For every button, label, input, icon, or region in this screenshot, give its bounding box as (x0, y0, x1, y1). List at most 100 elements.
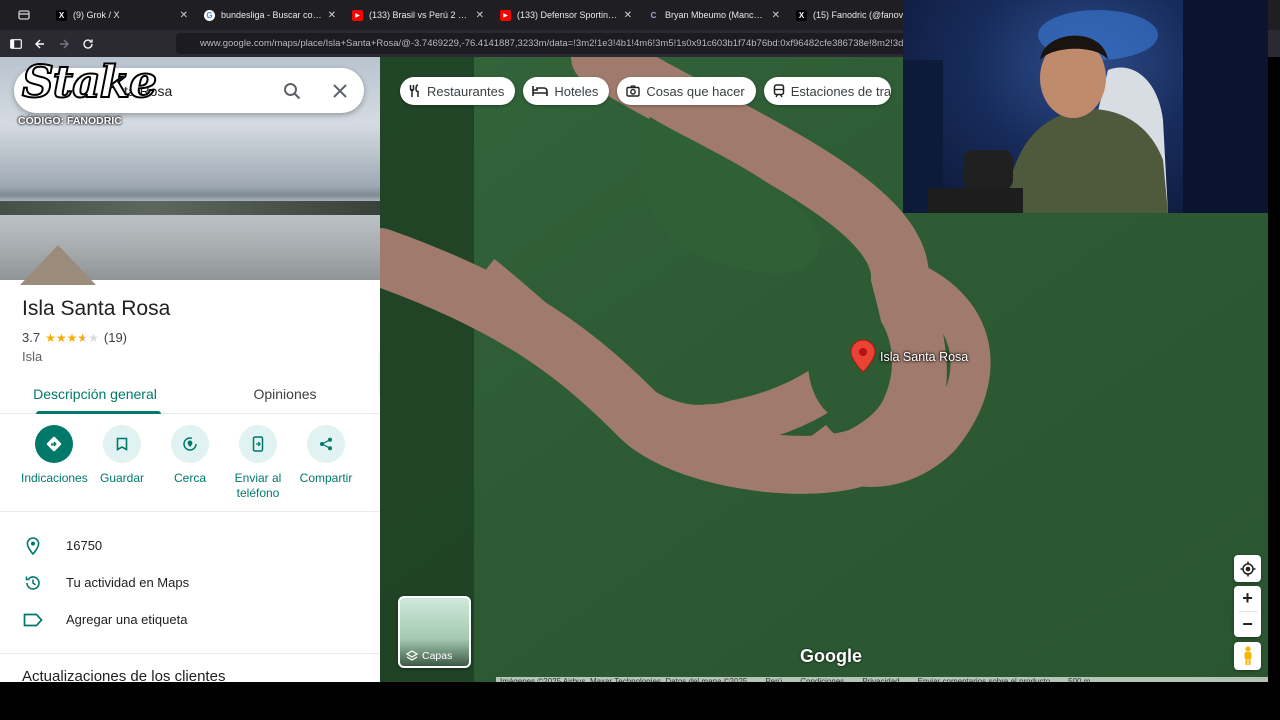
letterbox-bar (0, 682, 1280, 720)
phone-icon (239, 425, 277, 463)
shoreline (0, 201, 380, 215)
sponsor-logo: Stake (21, 57, 158, 109)
directions-icon (35, 425, 73, 463)
place-panel: ta Rosa Stake CÓDIGO: FANODRIC Isla Sant… (0, 57, 380, 682)
chip-label: Hoteles (554, 83, 599, 99)
activity-label: Tu actividad en Maps (66, 575, 190, 590)
map-place-label[interactable]: Isla Santa Rosa (880, 350, 968, 364)
review-count[interactable]: (19) (104, 330, 127, 345)
x-logo-icon: X (796, 9, 807, 21)
google-logo-icon: G (204, 9, 215, 21)
sidebar-toggle-icon[interactable] (4, 30, 28, 57)
close-tab-icon[interactable]: ✕ (328, 10, 336, 21)
url-bar[interactable]: www.google.com/maps/place/Isla+Santa+Ros… (176, 33, 916, 54)
nearby-icon (171, 425, 209, 463)
tab-title: Bryan Mbeumo (Manchester Un (665, 10, 766, 20)
tab-overview[interactable]: Descripción general (0, 374, 190, 414)
postal-code-row[interactable]: 16750 (0, 527, 380, 564)
restaurant-icon (409, 84, 419, 97)
directions-button[interactable]: Indicaciones (20, 425, 88, 511)
chip-label: Restaurantes (427, 83, 505, 99)
zoom-in-button[interactable]: + (1242, 586, 1253, 611)
send-to-phone-button[interactable]: Enviar al teléfono (224, 425, 292, 511)
close-tab-icon[interactable]: ✕ (772, 10, 780, 21)
rating-value: 3.7 (22, 330, 41, 345)
zoom-control: + − (1234, 586, 1261, 637)
webcam-overlay (903, 0, 1268, 213)
layers-icon (406, 650, 418, 661)
browser-tab[interactable]: G bundesliga - Buscar con Google ✕ (196, 0, 344, 30)
reload-icon[interactable] (76, 30, 100, 57)
my-location-button[interactable] (1234, 555, 1261, 582)
bed-icon (532, 86, 549, 96)
close-tab-icon[interactable]: ✕ (624, 10, 632, 21)
tab-reviews[interactable]: Opiniones (190, 374, 380, 413)
send-label: Enviar al teléfono (234, 471, 282, 500)
close-icon[interactable] (316, 83, 364, 98)
browser-tab[interactable]: X (9) Grok / X ✕ (48, 0, 196, 30)
tab-title: (9) Grok / X (73, 10, 120, 20)
add-label-text: Agregar una etiqueta (66, 612, 188, 627)
streamer-webcam (903, 0, 1268, 213)
nearby-label: Cerca (173, 471, 206, 485)
divider (0, 511, 380, 512)
chip-hotels[interactable]: Hoteles (523, 77, 610, 105)
camera-icon (626, 85, 641, 97)
divider (0, 653, 380, 654)
chip-label: Cosas que hacer (646, 83, 745, 99)
back-icon[interactable] (28, 30, 52, 57)
pegman-icon (1244, 646, 1251, 665)
forward-icon[interactable] (52, 30, 76, 57)
place-type[interactable]: Isla (22, 349, 42, 364)
x-logo-icon: X (56, 9, 67, 21)
history-icon (0, 574, 66, 592)
share-label: Compartir (299, 471, 353, 485)
rating-stars: ★★★★ ★ ★ (45, 330, 99, 345)
browser-tab[interactable]: ▶ (133) Defensor Sporting: 9 - Sp ✕ (492, 0, 640, 30)
search-icon[interactable] (268, 82, 316, 100)
boat-bow (20, 245, 96, 285)
layers-button[interactable]: Capas (398, 596, 471, 668)
place-tabs: Descripción general Opiniones (0, 374, 380, 414)
nearby-button[interactable]: Cerca (156, 425, 224, 511)
close-tab-icon[interactable]: ✕ (180, 10, 188, 21)
zoom-out-button[interactable]: − (1242, 612, 1253, 637)
layers-caption: Capas (406, 650, 452, 662)
crosshair-icon (1240, 561, 1255, 576)
street-view-pegman[interactable] (1234, 642, 1261, 670)
url-text: www.google.com/maps/place/Isla+Santa+Ros… (200, 38, 915, 49)
close-tab-icon[interactable]: ✕ (476, 10, 484, 21)
tab-title: bundesliga - Buscar con Google (221, 10, 322, 20)
transit-icon (773, 84, 784, 98)
tab-title: (133) Defensor Sporting: 9 - Sp (517, 10, 618, 20)
google-logo: Google (800, 646, 862, 666)
browser-tab[interactable]: ▶ (133) Brasil vs Perú 2 - 0 | Clasif ✕ (344, 0, 492, 30)
chip-label: Estaciones de tra (790, 83, 892, 99)
chip-transit[interactable]: Estaciones de tra (763, 77, 892, 105)
directions-label: Indicaciones (21, 471, 88, 485)
youtube-logo-icon: ▶ (500, 9, 511, 21)
rating-row[interactable]: 3.7 ★★★★ ★ ★ (19) (22, 330, 127, 345)
layers-label: Capas (422, 650, 453, 662)
postal-code: 16750 (66, 538, 103, 553)
chip-things-to-do[interactable]: Cosas que hacer (617, 77, 756, 105)
youtube-logo-icon: ▶ (352, 9, 363, 21)
sponsor-code: CÓDIGO: FANODRIC (18, 115, 122, 127)
share-button[interactable]: Compartir (292, 425, 360, 511)
tab-title: (133) Brasil vs Perú 2 - 0 | Clasif (369, 10, 470, 20)
share-icon (307, 425, 345, 463)
browser-tab[interactable]: C Bryan Mbeumo (Manchester Un ✕ (640, 0, 788, 30)
chip-restaurants[interactable]: Restaurantes (400, 77, 516, 105)
add-label-row[interactable]: Agregar una etiqueta (0, 601, 380, 638)
section-heading: Actualizaciones de los clientes (22, 668, 226, 682)
category-chips: Restaurantes Hoteles Cosas que hacer Est… (400, 77, 892, 105)
tab-list-icon[interactable] (0, 0, 48, 30)
site-logo-icon: C (650, 10, 657, 20)
save-button[interactable]: Guardar (88, 425, 156, 511)
place-title: Isla Santa Rosa (22, 297, 171, 320)
activity-row[interactable]: Tu actividad en Maps (0, 564, 380, 601)
location-pin-icon (0, 536, 66, 555)
action-buttons: Indicaciones Guardar Cerca Enviar al tel… (0, 425, 380, 511)
bookmark-icon (103, 425, 141, 463)
label-tag-icon (0, 613, 66, 627)
